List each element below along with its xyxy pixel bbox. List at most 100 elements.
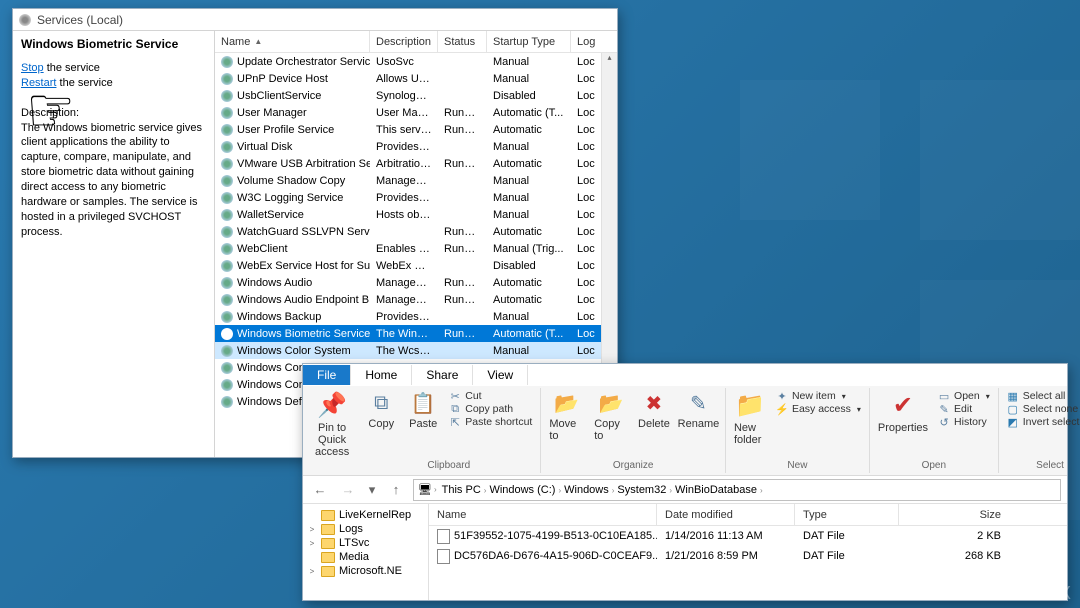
service-row[interactable]: UsbClientServiceSynology R...DisabledLoc bbox=[215, 87, 617, 104]
paste-button[interactable]: 📋 Paste bbox=[407, 390, 439, 430]
service-icon bbox=[221, 192, 233, 204]
service-row[interactable]: WatchGuard SSLVPN ServiceRunningAutomati… bbox=[215, 223, 617, 240]
service-row[interactable]: UPnP Device HostAllows UPn...ManualLoc bbox=[215, 70, 617, 87]
ribbon-tabs: File Home Share View bbox=[303, 364, 1067, 386]
service-icon bbox=[221, 396, 233, 408]
service-icon bbox=[221, 294, 233, 306]
service-icon bbox=[221, 328, 233, 340]
nav-forward-button[interactable]: → bbox=[337, 479, 359, 501]
tree-caret-icon: > bbox=[307, 567, 317, 576]
properties-button[interactable]: ✔Properties bbox=[878, 390, 928, 434]
fcol-size[interactable]: Size bbox=[899, 504, 1009, 525]
service-icon bbox=[221, 158, 233, 170]
file-columns-header[interactable]: Name Date modified Type Size bbox=[429, 504, 1067, 526]
col-name[interactable]: Name bbox=[221, 36, 250, 48]
tab-file[interactable]: File bbox=[303, 365, 351, 385]
address-bar-row: ← → ▾ ↑ 🖥 › This PC›Windows (C:)›Windows… bbox=[303, 476, 1067, 504]
pin-quick-access-button[interactable]: 📌 Pin to Quick access bbox=[315, 390, 349, 458]
service-row[interactable]: User ManagerUser Manag...RunningAutomati… bbox=[215, 104, 617, 121]
breadcrumb-segment[interactable]: Windows (C:) bbox=[486, 484, 558, 496]
file-row[interactable]: 51F39552-1075-4199-B513-0C10EA185...1/14… bbox=[429, 526, 1067, 546]
address-bar[interactable]: 🖥 › This PC›Windows (C:)›Windows›System3… bbox=[413, 479, 1061, 501]
select-all-button[interactable]: ▦Select all bbox=[1007, 390, 1080, 402]
service-row[interactable]: W3C Logging ServiceProvides W...ManualLo… bbox=[215, 189, 617, 206]
file-row[interactable]: DC576DA6-D676-4A15-906D-C0CEAF9...1/21/2… bbox=[429, 546, 1067, 566]
tree-item[interactable]: >Microsoft.NE bbox=[305, 564, 426, 578]
rename-button[interactable]: ✎Rename bbox=[680, 390, 717, 430]
history-button[interactable]: ↺History bbox=[938, 416, 990, 428]
cut-button[interactable]: ✂Cut bbox=[449, 390, 532, 402]
services-titlebar: Services (Local) bbox=[13, 9, 617, 31]
paste-shortcut-button[interactable]: ⇱Paste shortcut bbox=[449, 416, 532, 428]
invert-selection-button[interactable]: ◩Invert selection bbox=[1007, 416, 1080, 428]
tab-view[interactable]: View bbox=[473, 365, 528, 385]
service-row[interactable]: WalletServiceHosts objec...ManualLoc bbox=[215, 206, 617, 223]
folder-tree[interactable]: LiveKernelRep>Logs>LTSvc Media>Microsoft… bbox=[303, 504, 429, 600]
services-columns-header[interactable]: Name ▲ Description Status Startup Type Lo… bbox=[215, 31, 617, 53]
fcol-date[interactable]: Date modified bbox=[657, 504, 795, 525]
breadcrumb-segment[interactable]: System32 bbox=[614, 484, 669, 496]
tree-caret-icon bbox=[307, 511, 317, 520]
service-row[interactable]: VMware USB Arbitration Ser...Arbitration… bbox=[215, 155, 617, 172]
new-item-button[interactable]: ✦New item▾ bbox=[776, 390, 861, 402]
service-row[interactable]: WebClientEnables Win...RunningManual (Tr… bbox=[215, 240, 617, 257]
service-icon bbox=[221, 243, 233, 255]
move-to-button[interactable]: 📂Move to bbox=[549, 390, 584, 442]
service-row[interactable]: Windows Audio Endpoint B...Manages au...… bbox=[215, 291, 617, 308]
copy-path-icon: ⧉ bbox=[449, 403, 461, 415]
service-icon bbox=[221, 56, 233, 68]
fcol-name[interactable]: Name bbox=[429, 504, 657, 525]
edit-button[interactable]: ✎Edit bbox=[938, 403, 990, 415]
breadcrumb-segment[interactable]: WinBioDatabase bbox=[672, 484, 760, 496]
new-folder-button[interactable]: 📁New folder bbox=[734, 390, 766, 446]
nav-up-button[interactable]: ↑ bbox=[385, 479, 407, 501]
breadcrumb-segment[interactable]: Windows bbox=[561, 484, 612, 496]
restart-service-link[interactable]: Restart bbox=[21, 77, 56, 89]
copy-to-button[interactable]: 📂Copy to bbox=[594, 390, 628, 442]
file-list[interactable]: 51F39552-1075-4199-B513-0C10EA185...1/14… bbox=[429, 526, 1067, 566]
service-row[interactable]: WebEx Service Host for Sup...WebEx Sup..… bbox=[215, 257, 617, 274]
new-folder-icon: 📁 bbox=[735, 390, 765, 420]
delete-button[interactable]: ✖Delete bbox=[638, 390, 670, 430]
easy-access-button[interactable]: ⚡Easy access▾ bbox=[776, 403, 861, 415]
breadcrumb-segment[interactable]: This PC bbox=[439, 484, 484, 496]
tree-item[interactable]: LiveKernelRep bbox=[305, 508, 426, 522]
service-row[interactable]: Windows AudioManages au...RunningAutomat… bbox=[215, 274, 617, 291]
folder-icon bbox=[321, 524, 335, 535]
service-row[interactable]: Volume Shadow CopyManages an...ManualLoc bbox=[215, 172, 617, 189]
copy-button[interactable]: ⧉ Copy bbox=[365, 390, 397, 430]
col-startup[interactable]: Startup Type bbox=[487, 31, 571, 52]
tree-item[interactable]: >LTSvc bbox=[305, 536, 426, 550]
tab-share[interactable]: Share bbox=[412, 365, 473, 385]
col-logon[interactable]: Log bbox=[571, 31, 603, 52]
service-row[interactable]: Windows BackupProvides Wi...ManualLoc bbox=[215, 308, 617, 325]
service-icon bbox=[221, 141, 233, 153]
fcol-type[interactable]: Type bbox=[795, 504, 899, 525]
service-icon bbox=[221, 73, 233, 85]
service-row[interactable]: Update Orchestrator ServiceUsoSvcManualL… bbox=[215, 53, 617, 70]
service-row[interactable]: Windows Biometric ServiceThe Windo...Run… bbox=[215, 325, 617, 342]
tree-item[interactable]: >Logs bbox=[305, 522, 426, 536]
scroll-up-icon[interactable]: ▴ bbox=[607, 53, 611, 62]
watermark: UGETFIX bbox=[987, 583, 1072, 604]
new-item-icon: ✦ bbox=[776, 390, 788, 402]
service-row[interactable]: Virtual DiskProvides m...ManualLoc bbox=[215, 138, 617, 155]
invert-icon: ◩ bbox=[1007, 416, 1019, 428]
file-icon bbox=[437, 529, 450, 544]
tab-home[interactable]: Home bbox=[351, 365, 412, 385]
col-status[interactable]: Status bbox=[438, 31, 487, 52]
service-row[interactable]: User Profile ServiceThis service ...Runn… bbox=[215, 121, 617, 138]
tree-caret-icon: > bbox=[307, 539, 317, 548]
service-row[interactable]: Windows Color SystemThe WcsPlu...ManualL… bbox=[215, 342, 617, 359]
open-button[interactable]: ▭Open▾ bbox=[938, 390, 990, 402]
sort-caret-icon: ▲ bbox=[254, 37, 262, 46]
service-icon bbox=[221, 107, 233, 119]
select-none-button[interactable]: ▢Select none bbox=[1007, 403, 1080, 415]
nav-recent-button[interactable]: ▾ bbox=[365, 479, 379, 501]
nav-back-button[interactable]: ← bbox=[309, 479, 331, 501]
copy-path-button[interactable]: ⧉Copy path bbox=[449, 403, 532, 415]
col-description[interactable]: Description bbox=[370, 31, 438, 52]
stop-service-link[interactable]: Stop bbox=[21, 62, 44, 74]
tree-item[interactable]: Media bbox=[305, 550, 426, 564]
description-text: The Windows biometric service gives clie… bbox=[21, 122, 202, 238]
